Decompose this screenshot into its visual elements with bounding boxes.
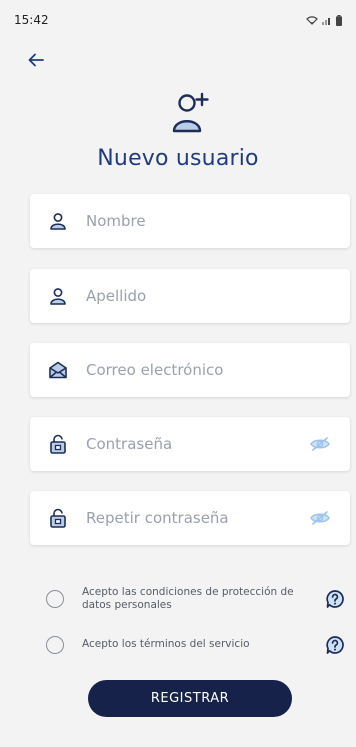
- arrow-left-icon: [28, 53, 44, 67]
- terms-label: Acepto los términos del servicio: [82, 638, 250, 651]
- data-protection-label: Acepto las condiciones de protección de …: [82, 586, 294, 612]
- register-button[interactable]: REGISTRAR: [88, 680, 292, 717]
- data-protection-consent: Acepto las condiciones de protección de …: [46, 586, 346, 612]
- eye-off-icon: [310, 437, 330, 451]
- status-icons: [306, 14, 342, 26]
- email-input[interactable]: Correo electrónico: [86, 361, 350, 379]
- back-button[interactable]: [28, 52, 50, 74]
- last-name-field[interactable]: Apellido: [30, 269, 350, 323]
- password-field[interactable]: Contraseña: [30, 417, 350, 471]
- email-field[interactable]: Correo electrónico: [30, 343, 350, 397]
- page-title: Nuevo usuario: [97, 146, 259, 171]
- user-icon: [50, 213, 66, 230]
- repeat-password-input[interactable]: Repetir contraseña: [86, 509, 306, 527]
- status-bar: 15:42: [0, 0, 356, 40]
- toggle-repeat-password-visibility[interactable]: [306, 504, 334, 532]
- signal-icon: [322, 18, 330, 25]
- data-protection-help-button[interactable]: [324, 588, 346, 610]
- help-icon: [326, 590, 344, 608]
- lock-icon: [50, 508, 66, 528]
- toggle-password-visibility[interactable]: [306, 430, 334, 458]
- terms-checkbox[interactable]: [46, 636, 64, 654]
- status-time: 15:42: [14, 13, 49, 27]
- user-icon: [50, 288, 66, 305]
- repeat-password-field[interactable]: Repetir contraseña: [30, 491, 350, 545]
- first-name-input[interactable]: Nombre: [86, 212, 350, 230]
- wifi-icon: [306, 16, 318, 25]
- help-icon: [326, 636, 344, 654]
- terms-help-button[interactable]: [324, 634, 346, 656]
- password-input[interactable]: Contraseña: [86, 435, 306, 453]
- terms-consent: Acepto los términos del servicio: [46, 634, 346, 656]
- battery-icon: [336, 14, 342, 26]
- data-protection-checkbox[interactable]: [46, 590, 64, 609]
- lock-icon: [50, 434, 66, 454]
- last-name-input[interactable]: Apellido: [86, 287, 350, 305]
- first-name-field[interactable]: Nombre: [30, 194, 350, 248]
- envelope-icon: [49, 361, 67, 379]
- add-user-icon: [169, 92, 215, 134]
- eye-off-icon: [310, 511, 330, 525]
